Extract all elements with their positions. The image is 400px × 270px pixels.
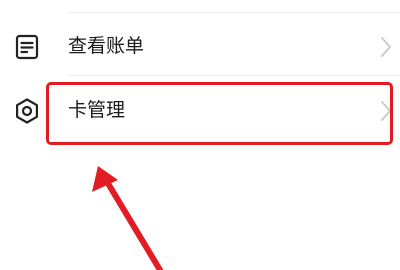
screen: 查看账单 卡管理 [0,0,400,270]
menu-item-view-bills[interactable]: 查看账单 [0,16,400,76]
chevron-right-icon [380,100,392,122]
menu-item-label: 查看账单 [68,35,145,57]
bill-list-icon [12,32,42,62]
gear-icon [12,96,42,126]
menu-item-label: 卡管理 [68,99,126,121]
top-divider [68,0,400,13]
chevron-right-icon [380,36,392,58]
menu-item-card-management[interactable]: 卡管理 [0,80,400,140]
row-divider [68,75,400,76]
